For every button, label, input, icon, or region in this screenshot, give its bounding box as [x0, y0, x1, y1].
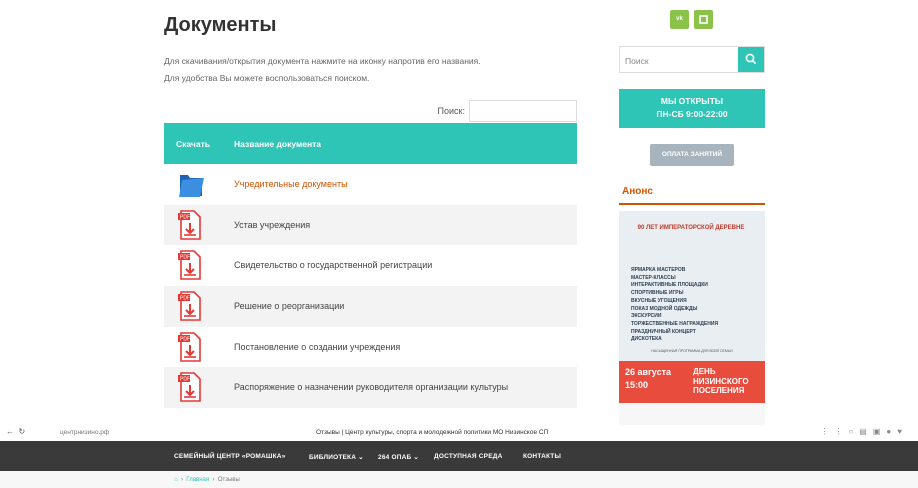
- pdf-icon[interactable]: PDF: [178, 372, 202, 403]
- poster-item: ПРАЗДНИЧНЫЙ КОНЦЕРТ: [631, 328, 696, 335]
- page-title: Документы: [164, 14, 277, 36]
- intro-line-2: Для удобства Вы можете воспользоваться п…: [164, 73, 370, 83]
- svg-text:PDF: PDF: [180, 336, 190, 342]
- nav-item[interactable]: 264 ОПАБ ⌄: [378, 453, 419, 461]
- table-row: PDF Распоряжение о назначении руководите…: [164, 367, 577, 409]
- document-name[interactable]: Учредительные документы: [234, 179, 348, 189]
- poster-item: ПОКАЗ МОДНОЙ ОДЕЖДЫ: [631, 305, 698, 312]
- breadcrumb-home[interactable]: Главная: [186, 477, 209, 483]
- folder-icon[interactable]: [178, 169, 204, 199]
- svg-text:PDF: PDF: [180, 296, 190, 302]
- announcement-divider: [619, 203, 765, 205]
- poster-date: 26 августа 15:00: [625, 366, 671, 392]
- sidebar-search-input[interactable]: Поиск: [625, 56, 649, 66]
- pdf-icon[interactable]: PDF: [178, 209, 202, 240]
- poster-holiday-line: НИЗИНСКОГО: [693, 376, 749, 386]
- home-icon[interactable]: ⌂: [174, 477, 178, 483]
- open-line-2: ПН-СБ 9:00-22:00: [656, 109, 728, 119]
- poster-program-list: ЯРМАРКА МАСТЕРОВ МАСТЕР-КЛАССЫ ИНТЕРАКТИ…: [631, 267, 718, 344]
- poster-item: ЯРМАРКА МАСТЕРОВ: [631, 267, 686, 273]
- pdf-icon[interactable]: PDF: [178, 250, 202, 281]
- poster-holiday-line: ПОСЕЛЕНИЯ: [693, 386, 745, 395]
- page: Документы Для скачивания/открытия докуме…: [0, 0, 918, 488]
- open-line-1: МЫ ОТКРЫТЫ: [660, 96, 724, 106]
- nav-item[interactable]: СЕМЕЙНЫЙ ЦЕНТР «РОМАШКА»: [174, 453, 286, 460]
- poster-holiday-line: ДЕНЬ: [693, 367, 716, 376]
- poster-item: ТОРЖЕСТВЕННЫЕ НАГРАЖДЕНИЯ: [631, 320, 719, 327]
- browser-nav-icons[interactable]: ← ↻: [6, 427, 25, 436]
- document-name[interactable]: Свидетельство о государственной регистра…: [234, 260, 432, 270]
- sidebar-search: Поиск: [619, 46, 765, 73]
- document-name[interactable]: Постановление о создании учреждения: [234, 342, 400, 352]
- tab-title: Отзывы | Центр культуры, спорта и молоде…: [316, 429, 549, 436]
- address-bar[interactable]: центрнизино.рф: [60, 429, 109, 436]
- table-search-input[interactable]: [469, 100, 577, 122]
- poster-arc-title: 90 ЛЕТ ИМПЕРАТОРСКОЙ ДЕРЕВНЕ: [637, 225, 745, 231]
- vk-icon[interactable]: vk: [670, 10, 689, 29]
- ok-icon[interactable]: [694, 10, 713, 29]
- opening-hours-box: МЫ ОТКРЫТЫ ПН-СБ 9:00-22:00: [619, 89, 765, 128]
- poster-holiday: ДЕНЬ НИЗИНСКОГО ПОСЕЛЕНИЯ: [693, 367, 749, 396]
- poster-item: ЭКСКУРСИИ: [631, 313, 662, 320]
- table-row: Учредительные документы: [164, 164, 577, 205]
- column-download[interactable]: Скачать: [176, 139, 210, 149]
- svg-text:PDF: PDF: [180, 255, 190, 261]
- table-row: PDF Устав учреждения: [164, 204, 577, 246]
- documents-table: Скачать Название документа Учредительные…: [164, 123, 577, 409]
- nav-item[interactable]: БИБЛИОТЕКА ⌄: [309, 453, 364, 461]
- column-name[interactable]: Название документа: [234, 139, 321, 149]
- intro-text: Для скачивания/открытия документа нажмит…: [164, 53, 481, 87]
- event-poster[interactable]: 90 ЛЕТ ИМПЕРАТОРСКОЙ ДЕРЕВНЕ ЯРМАРКА МАС…: [619, 211, 765, 425]
- table-row: PDF Свидетельство о государственной реги…: [164, 245, 577, 286]
- poster-item: СПОРТИВНЫЕ ИГРЫ: [631, 290, 684, 297]
- poster-item: МАСТЕР-КЛАССЫ: [631, 274, 676, 281]
- table-header: Скачать Название документа: [164, 123, 577, 164]
- table-row: PDF Постановление о создании учреждения: [164, 327, 577, 368]
- table-search-label: Поиск:: [437, 106, 465, 116]
- nav-item[interactable]: ДОСТУПНАЯ СРЕДА: [434, 453, 502, 460]
- poster-item: ДИСКОТЕКА: [631, 336, 662, 343]
- announcement-heading: Анонс: [622, 186, 653, 197]
- poster-date-band: 26 августа 15:00 ДЕНЬ НИЗИНСКОГО ПОСЕЛЕН…: [619, 361, 765, 403]
- poster-footer: [619, 403, 765, 425]
- nav-item[interactable]: КОНТАКТЫ: [523, 453, 561, 460]
- document-name[interactable]: Распоряжение о назначении руководителя о…: [234, 382, 508, 392]
- table-search: Поиск:: [164, 100, 577, 122]
- document-name[interactable]: Устав учреждения: [234, 220, 310, 230]
- poster-date-time: 15:00: [625, 380, 649, 390]
- poster-date-day: 26 августа: [625, 367, 671, 377]
- browser-bar: ← ↻ центрнизино.рф Отзывы | Центр культу…: [0, 425, 918, 441]
- search-icon: [745, 53, 757, 65]
- poster-item: ВКУСНЫЕ УГОЩЕНИЯ: [631, 297, 687, 304]
- svg-text:PDF: PDF: [180, 214, 190, 220]
- payment-button[interactable]: ОПЛАТА ЗАНЯТИЙ: [650, 144, 734, 166]
- pdf-icon[interactable]: PDF: [178, 331, 202, 362]
- pdf-icon[interactable]: PDF: [178, 291, 202, 321]
- poster-subtitle: НАСЫЩЕННАЯ ПРОГРАММА ДЛЯ ВСЕЙ СЕМЬИ: [651, 349, 733, 353]
- document-name[interactable]: Решение о реорганизации: [234, 301, 344, 311]
- site-nav: СЕМЕЙНЫЙ ЦЕНТР «РОМАШКА» БИБЛИОТЕКА ⌄ 26…: [0, 441, 918, 471]
- intro-line-1: Для скачивания/открытия документа нажмит…: [164, 56, 481, 66]
- table-row: PDF Решение о реорганизации: [164, 286, 577, 327]
- breadcrumb: ⌂ › Главная › Отзывы: [0, 471, 918, 488]
- breadcrumb-current: Отзывы: [217, 477, 240, 483]
- poster-item: ИНТЕРАКТИВНЫЕ ПЛОЩАДКИ: [631, 282, 708, 289]
- browser-toolbar-icons[interactable]: ⋮⋮○▤▣●♥: [820, 427, 908, 436]
- svg-text:PDF: PDF: [180, 377, 190, 383]
- search-button[interactable]: [738, 47, 764, 72]
